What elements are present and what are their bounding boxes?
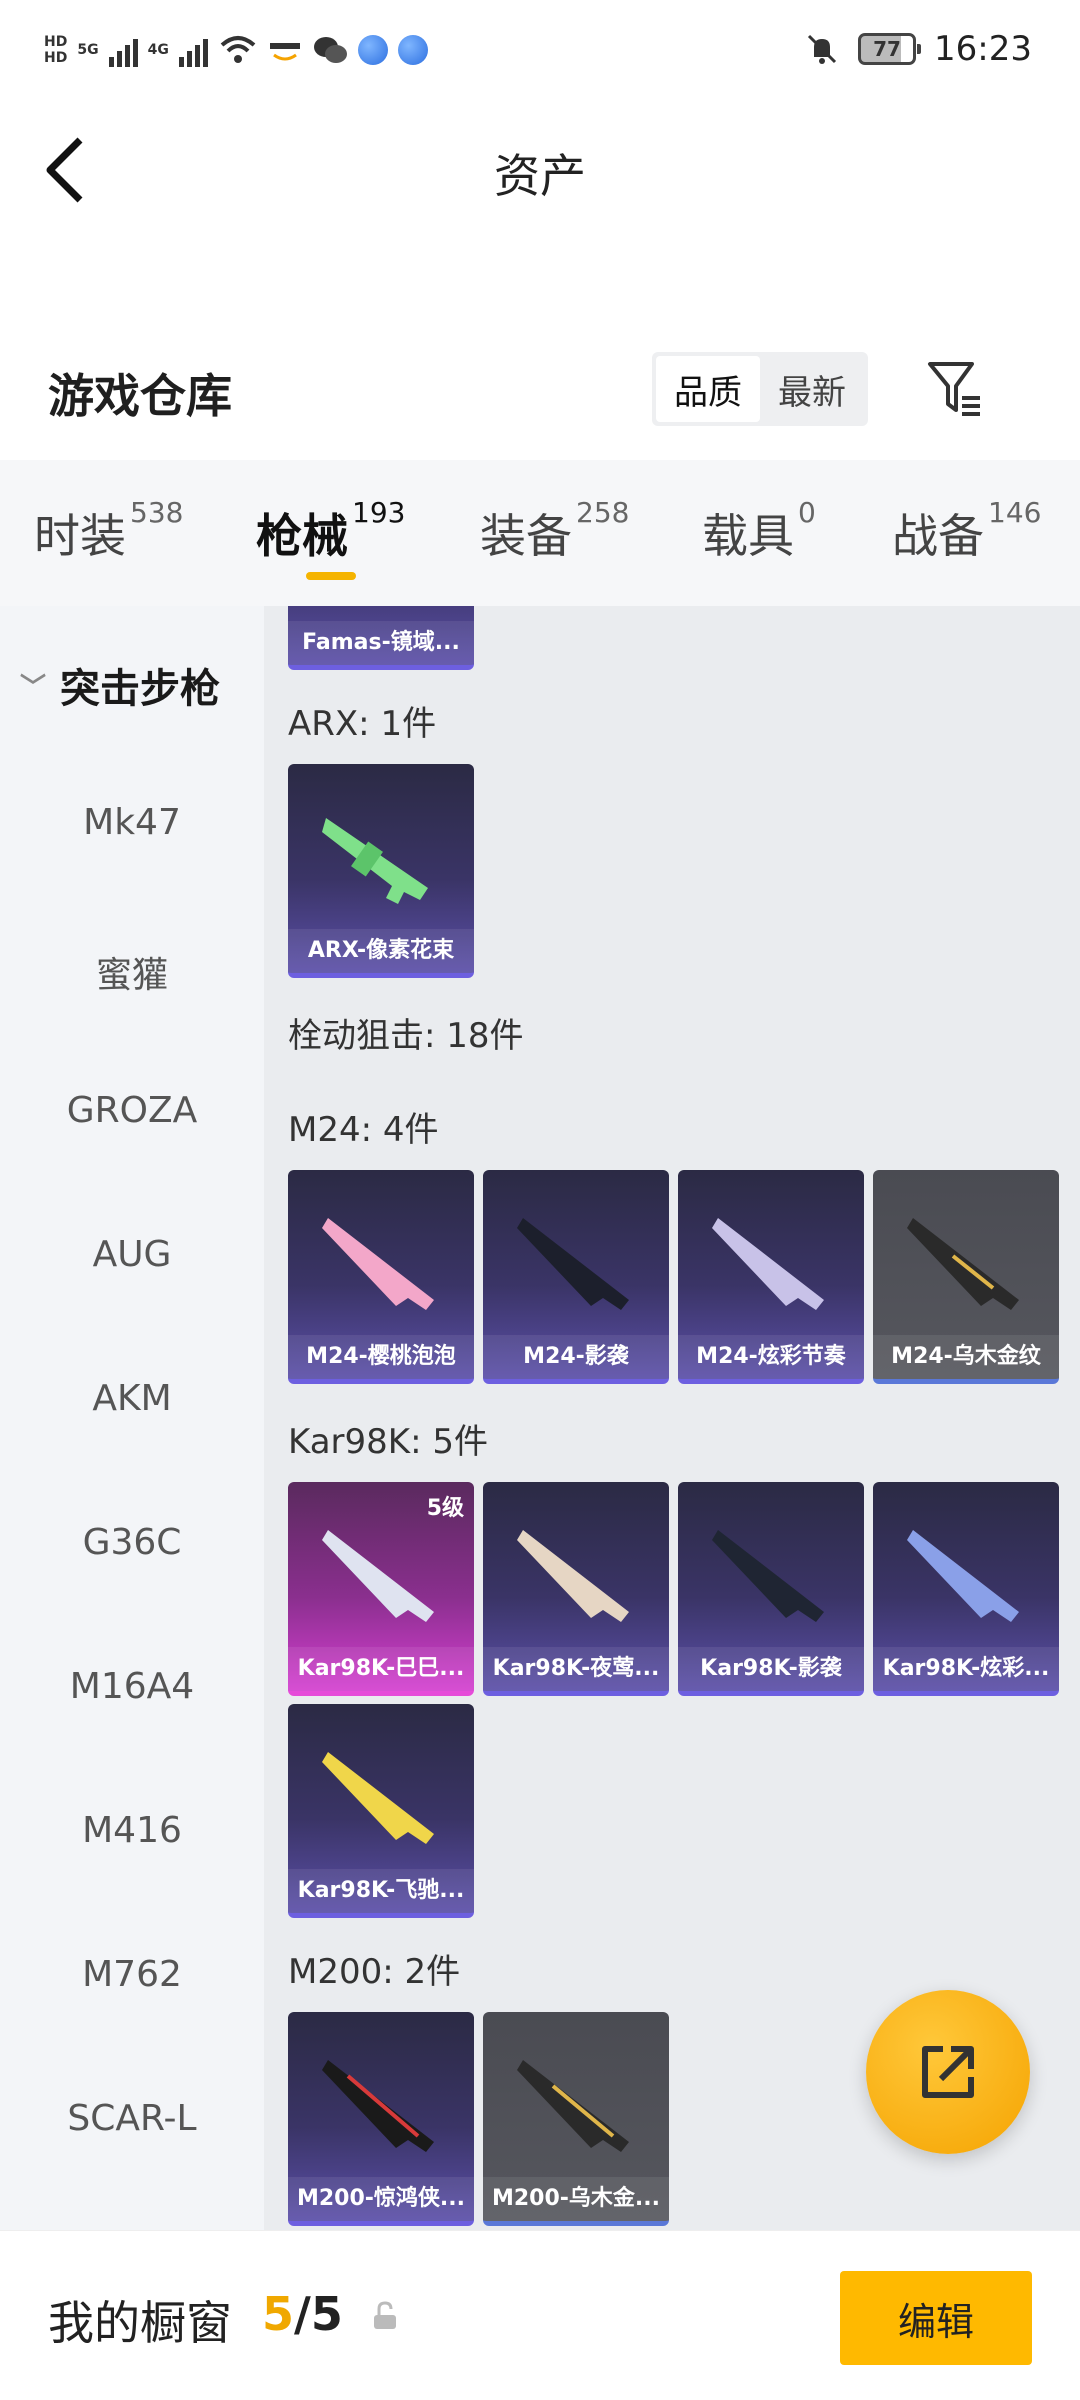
status-icons-right: 77 16:23 [804,26,1032,72]
sort-latest-button[interactable]: 最新 [760,356,864,422]
section-title: M24: 4件 [288,1110,439,1150]
app-notification-icon [357,35,388,65]
sidebar-item[interactable]: Mk47 [0,802,264,843]
sidebar-item[interactable]: M416 [0,1810,264,1851]
skin-card[interactable]: M24-炫彩节奏 [678,1170,864,1384]
4g-label: 4G [147,42,169,58]
wechat-icon [313,37,347,63]
signal-icon [178,33,208,67]
showcase-count: 5/5 [262,2287,343,2341]
section-title: ARX: 1件 [288,704,437,744]
tab-supplies[interactable]: 战备 146 [892,496,1041,566]
section-title: M200: 2件 [288,1952,461,1992]
battery-icon: 77 [858,33,922,65]
chevron-down-icon: ﹀ [20,672,47,703]
sidebar-item[interactable]: M16A4 [0,1666,264,1707]
5g-label: 5G [77,42,99,58]
showcase-bar: 我的橱窗 5/5 编辑 [0,2230,1080,2400]
skin-card[interactable]: M200-乌木金... [483,2012,669,2226]
rifle-image [322,1530,434,1622]
sidebar-item[interactable]: GROZA [0,1090,264,1131]
honor-app-icon [269,43,300,61]
signal-icon [108,33,138,67]
rifle-image [712,1530,824,1622]
skin-card[interactable]: Kar98K-飞驰... [288,1704,474,1918]
rifle-image [712,1218,824,1310]
level-badge: 5级 [426,1496,464,1521]
rifle-image [517,1218,629,1310]
share-fab[interactable] [866,1990,1030,2154]
mute-bell-icon [807,34,837,64]
skin-card[interactable]: M24-樱桃泡泡 [288,1170,474,1384]
sidebar-item[interactable]: G36C [0,1522,264,1563]
showcase-label: 我的橱窗 [48,2296,232,2350]
sidebar-item[interactable]: M762 [0,1954,264,1995]
clock: 16:23 [934,29,1032,69]
warehouse-header: 游戏仓库 品质 最新 [0,340,1080,440]
page-title: 资产 [494,149,586,203]
warehouse-title: 游戏仓库 [48,369,232,423]
skin-card[interactable]: Kar98K-影袭 [678,1482,864,1696]
lock-icon [374,2301,396,2329]
rifle-image [322,818,428,904]
rifle-image [517,1530,629,1622]
rifle-image [907,1530,1019,1622]
skin-grid: Famas-镜域... ARX: 1件 ARX-像素花束 栓动狙击: 18件 M… [264,606,1080,2230]
skin-card[interactable]: M24-乌木金纹 [873,1170,1059,1384]
header: 资产 [0,100,1080,240]
share-out-icon [922,2046,974,2098]
hd-indicator: HD HD [44,34,68,66]
tab-vehicles[interactable]: 载具 0 [702,496,816,566]
tab-equipment[interactable]: 装备 258 [480,496,629,566]
skin-card[interactable]: M200-惊鸿侠... [288,2012,474,2226]
rifle-image [907,1218,1019,1310]
sidebar-item[interactable]: SCAR-L [0,2098,264,2139]
weapon-sidebar: ﹀ 突击步枪 Mk47 蜜獾 GROZA AUG AKM G36C M16A4 … [0,606,264,2230]
edit-button[interactable]: 编辑 [840,2271,1032,2365]
filter-icon[interactable] [924,358,984,418]
sidebar-item[interactable]: 蜜獾 [0,946,264,998]
sort-toggle: 品质 最新 [652,352,868,426]
status-bar: HD HD 5G 4G 77 16:23 [0,0,1080,100]
tab-guns[interactable]: 枪械 193 [256,496,405,566]
skin-card[interactable]: M24-影袭 [483,1170,669,1384]
category-tabs: 时装 538 枪械 193 装备 258 载具 0 战备 146 [0,460,1080,606]
section-title: 栓动狙击: 18件 [288,1016,524,1056]
tab-fashion[interactable]: 时装 538 [34,496,183,566]
sort-quality-button[interactable]: 品质 [656,356,760,422]
sidebar-item[interactable]: AUG [0,1234,264,1275]
rifle-image [517,2060,629,2152]
skin-card[interactable]: Kar98K-炫彩... [873,1482,1059,1696]
skin-card[interactable]: 5级 Kar98K-巳巳... [288,1482,474,1696]
rifle-image [322,1752,434,1844]
wifi-icon [220,36,256,63]
active-tab-indicator [306,572,356,580]
rifle-image [322,2060,434,2152]
sidebar-category-assault-rifles[interactable]: ﹀ 突击步枪 [20,656,220,714]
rifle-image [322,1218,434,1310]
sidebar-item[interactable]: AKM [0,1378,264,1419]
app-notification-icon [397,35,428,65]
skin-card[interactable]: ARX-像素花束 [288,764,474,978]
section-title: Kar98K: 5件 [288,1422,488,1462]
skin-card[interactable]: Famas-镜域... [288,606,474,670]
skin-card[interactable]: Kar98K-夜莺... [483,1482,669,1696]
status-icons-left: HD HD 5G 4G [44,22,428,78]
